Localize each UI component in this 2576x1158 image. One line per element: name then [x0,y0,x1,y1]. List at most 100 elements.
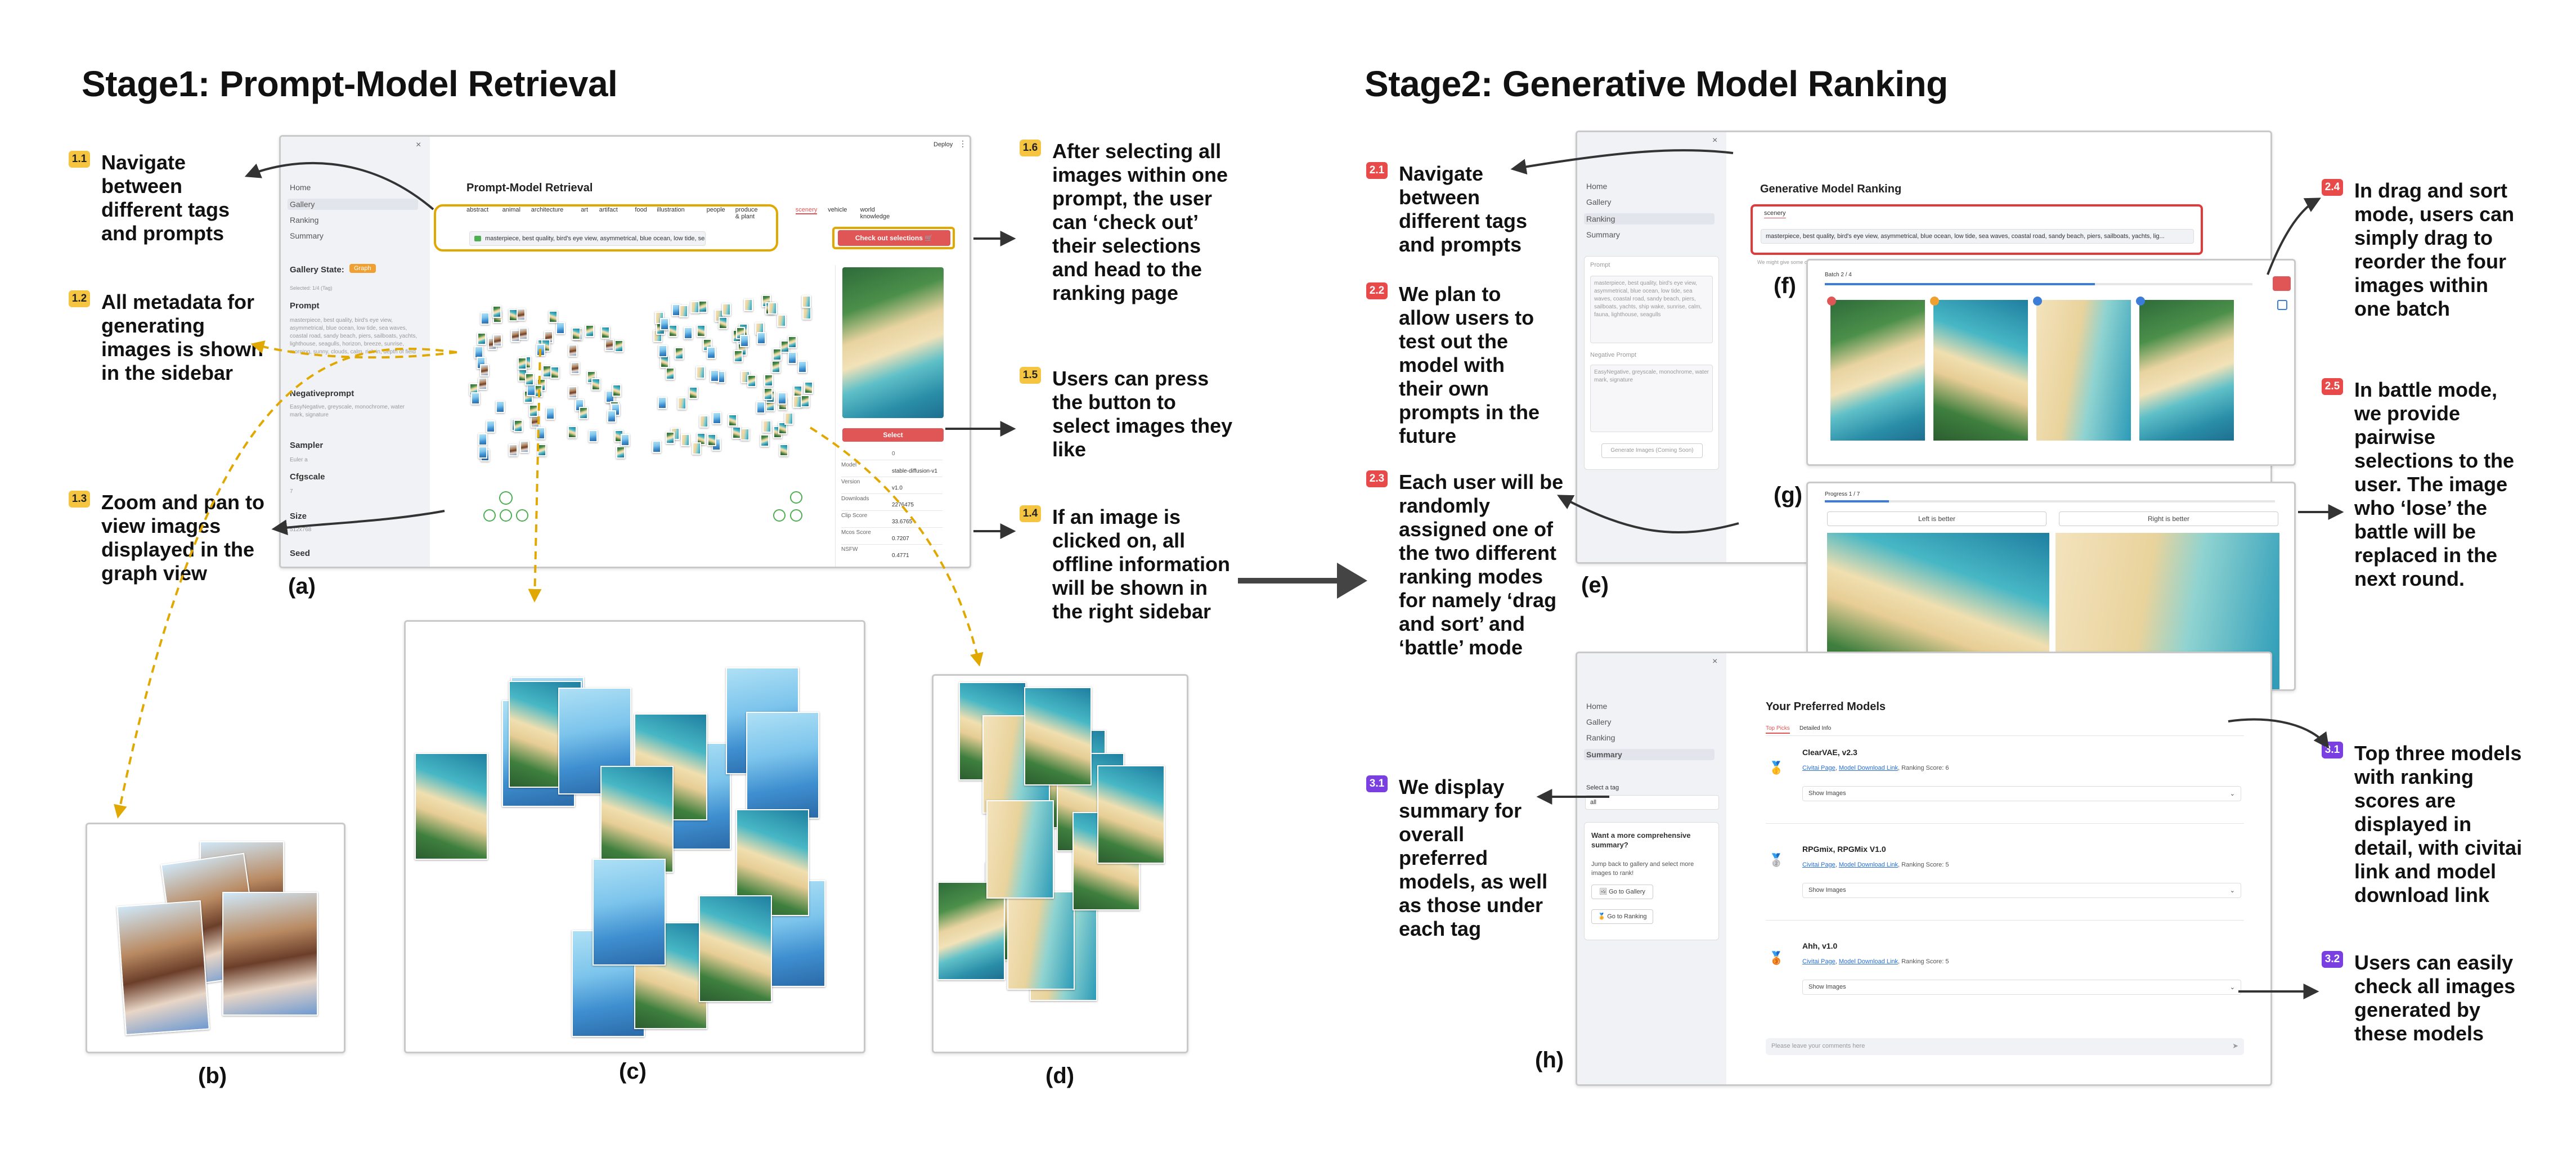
thumbnail-image[interactable] [773,348,782,361]
thumbnail-image[interactable] [591,378,600,391]
thumbnail-image[interactable] [666,367,675,380]
thumbnail-image[interactable] [696,366,705,379]
thumbnail-image[interactable] [1097,765,1165,864]
nav-ranking[interactable]: Ranking [1586,733,1615,742]
zoom-controls-right[interactable] [773,491,807,525]
menu-icon[interactable]: ⋮ [959,139,967,149]
thumbnail-image[interactable] [568,386,577,398]
tag-chip[interactable]: world knowledge [860,207,890,220]
go-gallery-button[interactable]: 🖼 Go to Gallery [1591,885,1653,899]
thumbnail-image[interactable] [666,432,675,444]
thumbnail-image[interactable] [699,895,772,1002]
thumbnail-image[interactable] [496,401,505,413]
thumbnail-image[interactable] [764,374,773,387]
thumbnail-image[interactable] [621,434,630,446]
nav-gallery[interactable]: Gallery [1586,717,1611,726]
thumbnail-image[interactable] [771,361,780,373]
draggable-image[interactable] [1827,297,1925,441]
redo-icon[interactable] [790,509,802,522]
thumbnail-image[interactable] [699,415,708,428]
thumbnail-image[interactable] [802,307,811,320]
thumbnail-image[interactable] [536,427,545,439]
close-icon[interactable]: × [1712,657,1717,667]
thumbnail-image[interactable] [415,753,488,860]
thumbnail-image[interactable] [612,384,621,397]
thumbnail-image[interactable] [605,339,614,351]
tab-top-picks[interactable]: Top Picks [1766,725,1790,734]
thumbnail-image[interactable] [707,347,716,359]
thumbnail-image[interactable] [690,301,699,313]
thumbnail-image[interactable] [778,392,787,405]
undo-icon[interactable] [773,509,786,522]
graph-view[interactable] [466,294,827,480]
nav-gallery[interactable]: Gallery [1586,198,1611,207]
go-ranking-button[interactable]: 🏅 Go to Ranking [1591,909,1653,924]
thumbnail-image[interactable] [478,433,487,446]
left-better-button[interactable]: Left is better [1827,511,2047,526]
thumbnail-image[interactable] [616,446,625,459]
prompt-textarea[interactable]: masterpiece, best quality, bird's eye vi… [1590,276,1713,343]
thumbnail-image[interactable] [486,420,495,433]
thumbnail-image[interactable] [546,407,555,420]
thumbnail-image[interactable] [509,444,518,456]
thumbnail-image[interactable] [698,300,707,313]
thumbnail-image[interactable] [707,434,716,446]
comment-input[interactable]: Please leave your comments here ➤ [1766,1038,2244,1055]
download-link[interactable]: Model Download Link [1839,861,1898,868]
thumbnail-image[interactable] [777,315,786,327]
thumbnail-image[interactable] [719,317,728,329]
deploy-button[interactable]: Deploy [934,141,953,148]
drag-image-row[interactable] [1827,297,2258,446]
thumbnail-image[interactable] [768,302,777,315]
thumbnail-image[interactable] [692,442,701,455]
thumbnail-image[interactable] [600,766,674,873]
thumbnail-image[interactable] [652,441,661,453]
nav-gallery[interactable]: Gallery [288,199,418,210]
show-images-expander[interactable]: Show Images ⌄ [1802,980,2241,995]
select-button[interactable]: Select [842,428,944,442]
zoom-out-icon[interactable] [483,509,496,522]
download-link[interactable]: Model Download Link [1839,765,1898,771]
thumbnail-image[interactable] [712,412,721,424]
thumbnail-image[interactable] [679,305,688,317]
zoom-fit-icon[interactable] [516,509,528,522]
draggable-image[interactable] [2033,297,2131,441]
tag-select[interactable]: scenery [1764,210,1786,218]
thumbnail-image[interactable] [537,444,546,456]
thumbnail-image[interactable] [760,434,769,447]
thumbnail-image[interactable] [762,420,771,433]
thumbnail-image[interactable] [986,800,1054,899]
thumbnail-image[interactable] [740,335,749,347]
tab-detailed-info[interactable]: Detailed Info [1799,725,1831,731]
nav-home[interactable]: Home [1586,702,1607,711]
selected-image[interactable] [842,267,944,418]
thumbnail-image[interactable] [531,415,540,428]
zoom-reset-icon[interactable] [500,509,512,522]
thumbnail-image[interactable] [579,407,588,419]
thumbnail-image[interactable] [585,325,594,337]
thumbnail-image[interactable] [527,384,536,396]
pan-icon[interactable] [790,491,802,504]
thumbnail-image[interactable] [529,405,538,417]
thumbnail-image[interactable] [684,327,693,339]
thumbnail-image[interactable] [536,344,545,356]
thumbnail-image[interactable] [675,347,684,360]
thumbnail-image[interactable] [741,428,750,441]
save-order-button[interactable] [2273,276,2291,291]
thumbnail-image[interactable] [728,414,737,427]
close-icon[interactable]: × [1712,136,1717,146]
thumbnail-image[interactable] [514,420,523,432]
drag-handle-icon[interactable] [1827,297,1836,306]
thumbnail-image[interactable] [788,336,797,348]
thumbnail-image[interactable] [658,397,667,409]
thumbnail-image[interactable] [481,312,490,325]
thumbnail-image[interactable] [572,327,581,340]
thumbnail-image[interactable] [722,303,731,316]
close-icon[interactable]: × [416,140,421,150]
thumbnail-image[interactable] [802,295,811,308]
drag-handle-icon[interactable] [2136,297,2145,306]
nav-ranking[interactable]: Ranking [1584,213,1715,225]
thumbnail-image[interactable] [478,446,487,459]
nav-summary[interactable]: Summary [1584,749,1715,760]
download-link[interactable]: Model Download Link [1839,958,1898,965]
